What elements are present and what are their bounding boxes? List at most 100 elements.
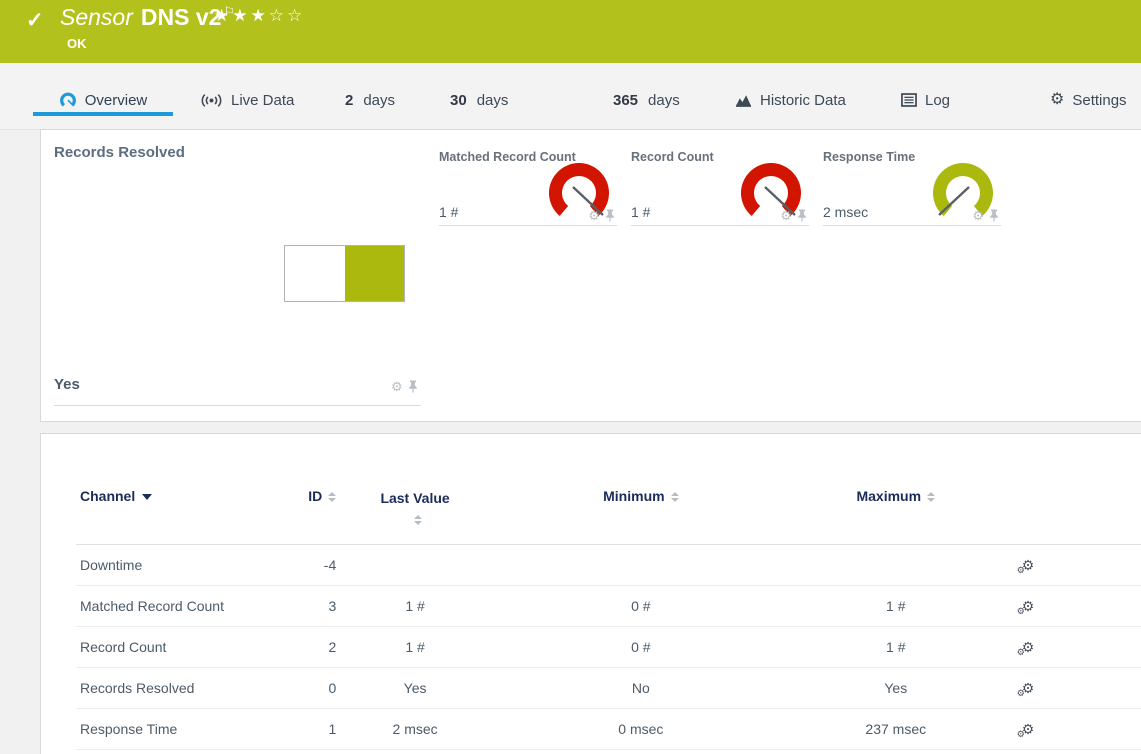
table-row-matched-record-count[interactable]: Matched Record Count 3 1 # 0 # 1 # ⚙⚙ — [76, 586, 1141, 627]
status-badge: OK — [67, 36, 87, 51]
gauge-title: Response Time — [823, 150, 915, 164]
widget-pin-icon[interactable] — [408, 380, 418, 393]
tab-settings[interactable]: ⚙ Settings — [1050, 87, 1127, 113]
column-header-maximum[interactable]: Maximum — [788, 478, 1004, 545]
minimum-value: 0 msec — [494, 709, 788, 750]
widget-underline — [54, 405, 421, 406]
swatch-green-segment — [345, 246, 405, 301]
gauge-value: 1 # — [631, 204, 650, 220]
widget-tools: ⚙ — [780, 209, 807, 222]
tab-365-days[interactable]: 365 days — [613, 87, 680, 113]
gear-icon: ⚙ — [1050, 92, 1064, 108]
tab-30-days[interactable]: 30 days — [450, 87, 508, 113]
log-icon — [901, 93, 917, 107]
widget-pin-icon[interactable] — [989, 209, 999, 222]
table-row-response-time[interactable]: Response Time 1 2 msec 0 msec 237 msec ⚙… — [76, 709, 1141, 750]
maximum-value: 1 # — [788, 586, 1004, 627]
channel-settings-icon[interactable]: ⚙⚙ — [1022, 681, 1035, 695]
channels-panel: Channel ID Last Value Minimum Maximum — [40, 433, 1141, 754]
channel-id: -4 — [302, 545, 336, 586]
widget-pin-icon[interactable] — [797, 209, 807, 222]
tab-log[interactable]: Log — [901, 87, 950, 113]
table-header-row: Channel ID Last Value Minimum Maximum — [76, 478, 1141, 545]
tab-number: 2 — [345, 92, 353, 109]
channel-name: Downtime — [76, 545, 302, 586]
widget-tools: ⚙ — [972, 209, 999, 222]
tab-label: Settings — [1072, 92, 1126, 109]
sort-icon — [414, 515, 422, 525]
channel-settings-icon[interactable]: ⚙⚙ — [1022, 599, 1035, 613]
tab-label: Log — [925, 92, 950, 109]
tab-overview[interactable]: Overview — [33, 87, 173, 113]
column-header-last-value[interactable]: Last Value — [336, 478, 494, 545]
maximum-value: 1 # — [788, 627, 1004, 668]
last-value: Yes — [336, 668, 494, 709]
gauge-value: 2 msec — [823, 204, 868, 220]
maximum-value — [788, 545, 1004, 586]
overview-panel: Records Resolved Yes ⚙ Matched Record Co… — [40, 129, 1141, 422]
gauge-widget-matched-record-count: Matched Record Count 1 # ⚙ — [439, 142, 617, 226]
column-header-edit — [1004, 478, 1141, 545]
tab-historic-data[interactable]: Historic Data — [735, 87, 846, 113]
gauge-icon — [59, 91, 77, 109]
records-resolved-title: Records Resolved — [54, 144, 185, 161]
records-resolved-swatch — [284, 245, 405, 302]
gauge-widget-record-count: Record Count 1 # ⚙ — [631, 142, 809, 226]
channels-table: Channel ID Last Value Minimum Maximum — [76, 478, 1141, 750]
tab-number: 30 — [450, 92, 467, 109]
last-value — [336, 545, 494, 586]
channel-id: 3 — [302, 586, 336, 627]
tab-bar: Overview Live Data 2 days 30 days 365 da… — [0, 63, 1141, 130]
status-ok-check-icon: ✓ — [26, 8, 44, 33]
last-value: 1 # — [336, 627, 494, 668]
sort-icon — [927, 492, 935, 502]
widget-gear-icon[interactable]: ⚙ — [588, 209, 600, 222]
column-header-channel[interactable]: Channel — [76, 478, 302, 545]
priority-stars[interactable]: ★★★☆☆ — [214, 6, 305, 26]
broadcast-icon — [200, 93, 223, 108]
channel-id: 2 — [302, 627, 336, 668]
sensor-header: ✓ SensorDNS v2⚐ ★★★☆☆ OK — [0, 0, 1141, 63]
minimum-value: 0 # — [494, 586, 788, 627]
tab-label: days — [477, 92, 509, 109]
last-value: 2 msec — [336, 709, 494, 750]
widget-gear-icon[interactable]: ⚙ — [391, 380, 403, 393]
sort-desc-icon — [142, 494, 152, 500]
sort-icon — [328, 492, 336, 502]
channel-name: Response Time — [76, 709, 302, 750]
channel-id: 1 — [302, 709, 336, 750]
channel-settings-icon[interactable]: ⚙⚙ — [1022, 640, 1035, 654]
widget-gear-icon[interactable]: ⚙ — [780, 209, 792, 222]
channel-id: 0 — [302, 668, 336, 709]
maximum-value: Yes — [788, 668, 1004, 709]
channel-settings-icon[interactable]: ⚙⚙ — [1022, 722, 1035, 736]
tab-number: 365 — [613, 92, 638, 109]
column-header-minimum[interactable]: Minimum — [494, 478, 788, 545]
widget-tools: ⚙ — [588, 209, 615, 222]
gauge-title: Record Count — [631, 150, 714, 164]
sort-icon — [671, 492, 679, 502]
widget-tools: ⚙ — [391, 380, 418, 393]
sensor-name: DNS v2 — [141, 4, 222, 30]
table-row-downtime[interactable]: Downtime -4 ⚙⚙ — [76, 545, 1141, 586]
column-header-id[interactable]: ID — [302, 478, 336, 545]
tab-2-days[interactable]: 2 days — [345, 87, 395, 113]
maximum-value: 237 msec — [788, 709, 1004, 750]
records-resolved-value: Yes — [54, 376, 80, 393]
area-chart-icon — [735, 93, 752, 108]
minimum-value — [494, 545, 788, 586]
gauge-widget-response-time: Response Time 2 msec ⚙ — [823, 142, 1001, 226]
last-value: 1 # — [336, 586, 494, 627]
table-row-record-count[interactable]: Record Count 2 1 # 0 # 1 # ⚙⚙ — [76, 627, 1141, 668]
widget-gear-icon[interactable]: ⚙ — [972, 209, 984, 222]
page-title: SensorDNS v2⚐ — [60, 4, 233, 31]
tab-live-data[interactable]: Live Data — [200, 87, 294, 113]
channel-name: Matched Record Count — [76, 586, 302, 627]
tab-label: days — [648, 92, 680, 109]
tab-label: days — [363, 92, 395, 109]
channel-settings-icon[interactable]: ⚙⚙ — [1022, 558, 1035, 572]
widget-pin-icon[interactable] — [605, 209, 615, 222]
minimum-value: No — [494, 668, 788, 709]
table-row-records-resolved[interactable]: Records Resolved 0 Yes No Yes ⚙⚙ — [76, 668, 1141, 709]
tab-label: Historic Data — [760, 92, 846, 109]
